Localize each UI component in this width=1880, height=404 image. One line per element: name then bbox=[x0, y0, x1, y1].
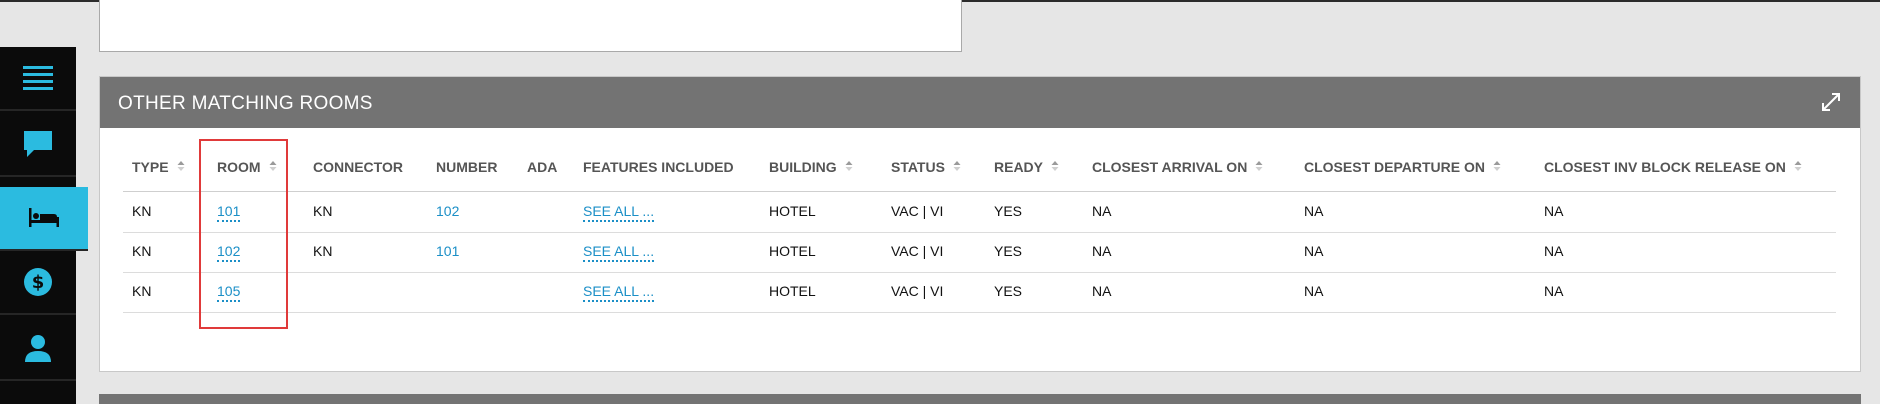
sidebar-item-profile[interactable] bbox=[0, 317, 76, 381]
user-icon bbox=[23, 333, 53, 363]
table-row: KN 105 SEE ALL ... HOTEL VAC | VI YES NA… bbox=[123, 272, 1836, 313]
cell-ready: YES bbox=[994, 243, 1023, 259]
cell-ready: YES bbox=[994, 203, 1023, 219]
cell-connector: KN bbox=[313, 243, 333, 259]
cell-type: KN bbox=[132, 243, 152, 259]
cell-closest-arrival: NA bbox=[1092, 283, 1112, 299]
col-header-room[interactable]: ROOM bbox=[217, 159, 277, 175]
sort-icon[interactable] bbox=[1051, 159, 1059, 175]
chat-icon bbox=[23, 129, 53, 159]
cell-closest-arrival: NA bbox=[1092, 243, 1112, 259]
card-header: OTHER MATCHING ROOMS bbox=[100, 77, 1860, 128]
cell-closest-arrival: NA bbox=[1092, 203, 1112, 219]
top-panel bbox=[99, 0, 962, 52]
cell-building: HOTEL bbox=[769, 283, 816, 299]
sidebar-item-rooms[interactable] bbox=[0, 187, 88, 251]
sidebar-item-messages[interactable] bbox=[0, 113, 76, 177]
cell-closest-inv-block: NA bbox=[1544, 243, 1564, 259]
cell-closest-inv-block: NA bbox=[1544, 283, 1564, 299]
sidebar-item-billing[interactable]: $ bbox=[0, 251, 76, 315]
col-header-ready[interactable]: READY bbox=[994, 159, 1059, 175]
col-header-number: NUMBER bbox=[436, 159, 498, 175]
sort-icon[interactable] bbox=[1493, 159, 1501, 175]
col-header-type[interactable]: TYPE bbox=[132, 159, 185, 175]
room-link[interactable]: 105 bbox=[217, 283, 241, 302]
card-title: OTHER MATCHING ROOMS bbox=[118, 93, 373, 114]
col-header-building[interactable]: BUILDING bbox=[769, 159, 853, 175]
bed-icon bbox=[29, 208, 59, 228]
cell-status: VAC | VI bbox=[891, 203, 944, 219]
dollar-icon: $ bbox=[23, 267, 53, 297]
next-card-header bbox=[99, 394, 1861, 404]
svg-text:$: $ bbox=[32, 272, 45, 293]
cell-connector: KN bbox=[313, 203, 333, 219]
cell-building: HOTEL bbox=[769, 243, 816, 259]
cell-status: VAC | VI bbox=[891, 283, 944, 299]
see-all-features-link[interactable]: SEE ALL ... bbox=[583, 283, 655, 302]
cell-closest-departure: NA bbox=[1304, 283, 1324, 299]
connector-number-link[interactable]: 101 bbox=[436, 243, 459, 259]
table-header-row: TYPE ROOM CONNECTOR NUMBER ADA FEATURES … bbox=[123, 151, 1836, 192]
col-header-closest-arrival[interactable]: CLOSEST ARRIVAL ON bbox=[1092, 159, 1263, 175]
other-matching-rooms-card: OTHER MATCHING ROOMS TYPE ROOM CONNECTOR bbox=[99, 76, 1861, 372]
col-header-features: FEATURES INCLUDED bbox=[583, 159, 734, 175]
col-header-closest-departure[interactable]: CLOSEST DEPARTURE ON bbox=[1304, 159, 1501, 175]
cell-ready: YES bbox=[994, 283, 1023, 299]
col-header-closest-inv-block[interactable]: CLOSEST INV BLOCK RELEASE ON bbox=[1544, 159, 1802, 175]
col-header-connector: CONNECTOR bbox=[313, 159, 403, 175]
sidebar: $ bbox=[0, 47, 88, 404]
sidebar-item-menu[interactable] bbox=[0, 47, 76, 111]
cell-closest-inv-block: NA bbox=[1544, 203, 1564, 219]
expand-icon[interactable] bbox=[1820, 91, 1842, 118]
room-link[interactable]: 101 bbox=[217, 203, 241, 222]
see-all-features-link[interactable]: SEE ALL ... bbox=[583, 203, 655, 222]
sort-icon[interactable] bbox=[845, 159, 853, 175]
connector-number-link[interactable]: 102 bbox=[436, 203, 459, 219]
sort-icon[interactable] bbox=[177, 159, 185, 175]
sort-icon[interactable] bbox=[1794, 159, 1802, 175]
cell-building: HOTEL bbox=[769, 203, 816, 219]
sort-icon[interactable] bbox=[1255, 159, 1263, 175]
cell-closest-departure: NA bbox=[1304, 203, 1324, 219]
col-header-ada: ADA bbox=[527, 159, 558, 175]
col-header-status[interactable]: STATUS bbox=[891, 159, 961, 175]
cell-closest-departure: NA bbox=[1304, 243, 1324, 259]
table-row: KN 102 KN 101 SEE ALL ... HOTEL VAC | VI… bbox=[123, 232, 1836, 273]
table-row: KN 101 KN 102 SEE ALL ... HOTEL VAC | VI… bbox=[123, 192, 1836, 233]
room-link[interactable]: 102 bbox=[217, 243, 241, 262]
cell-status: VAC | VI bbox=[891, 243, 944, 259]
cell-type: KN bbox=[132, 203, 152, 219]
menu-icon bbox=[23, 64, 53, 92]
see-all-features-link[interactable]: SEE ALL ... bbox=[583, 243, 655, 262]
sort-icon[interactable] bbox=[953, 159, 961, 175]
sort-icon[interactable] bbox=[269, 159, 277, 175]
cell-type: KN bbox=[132, 283, 152, 299]
